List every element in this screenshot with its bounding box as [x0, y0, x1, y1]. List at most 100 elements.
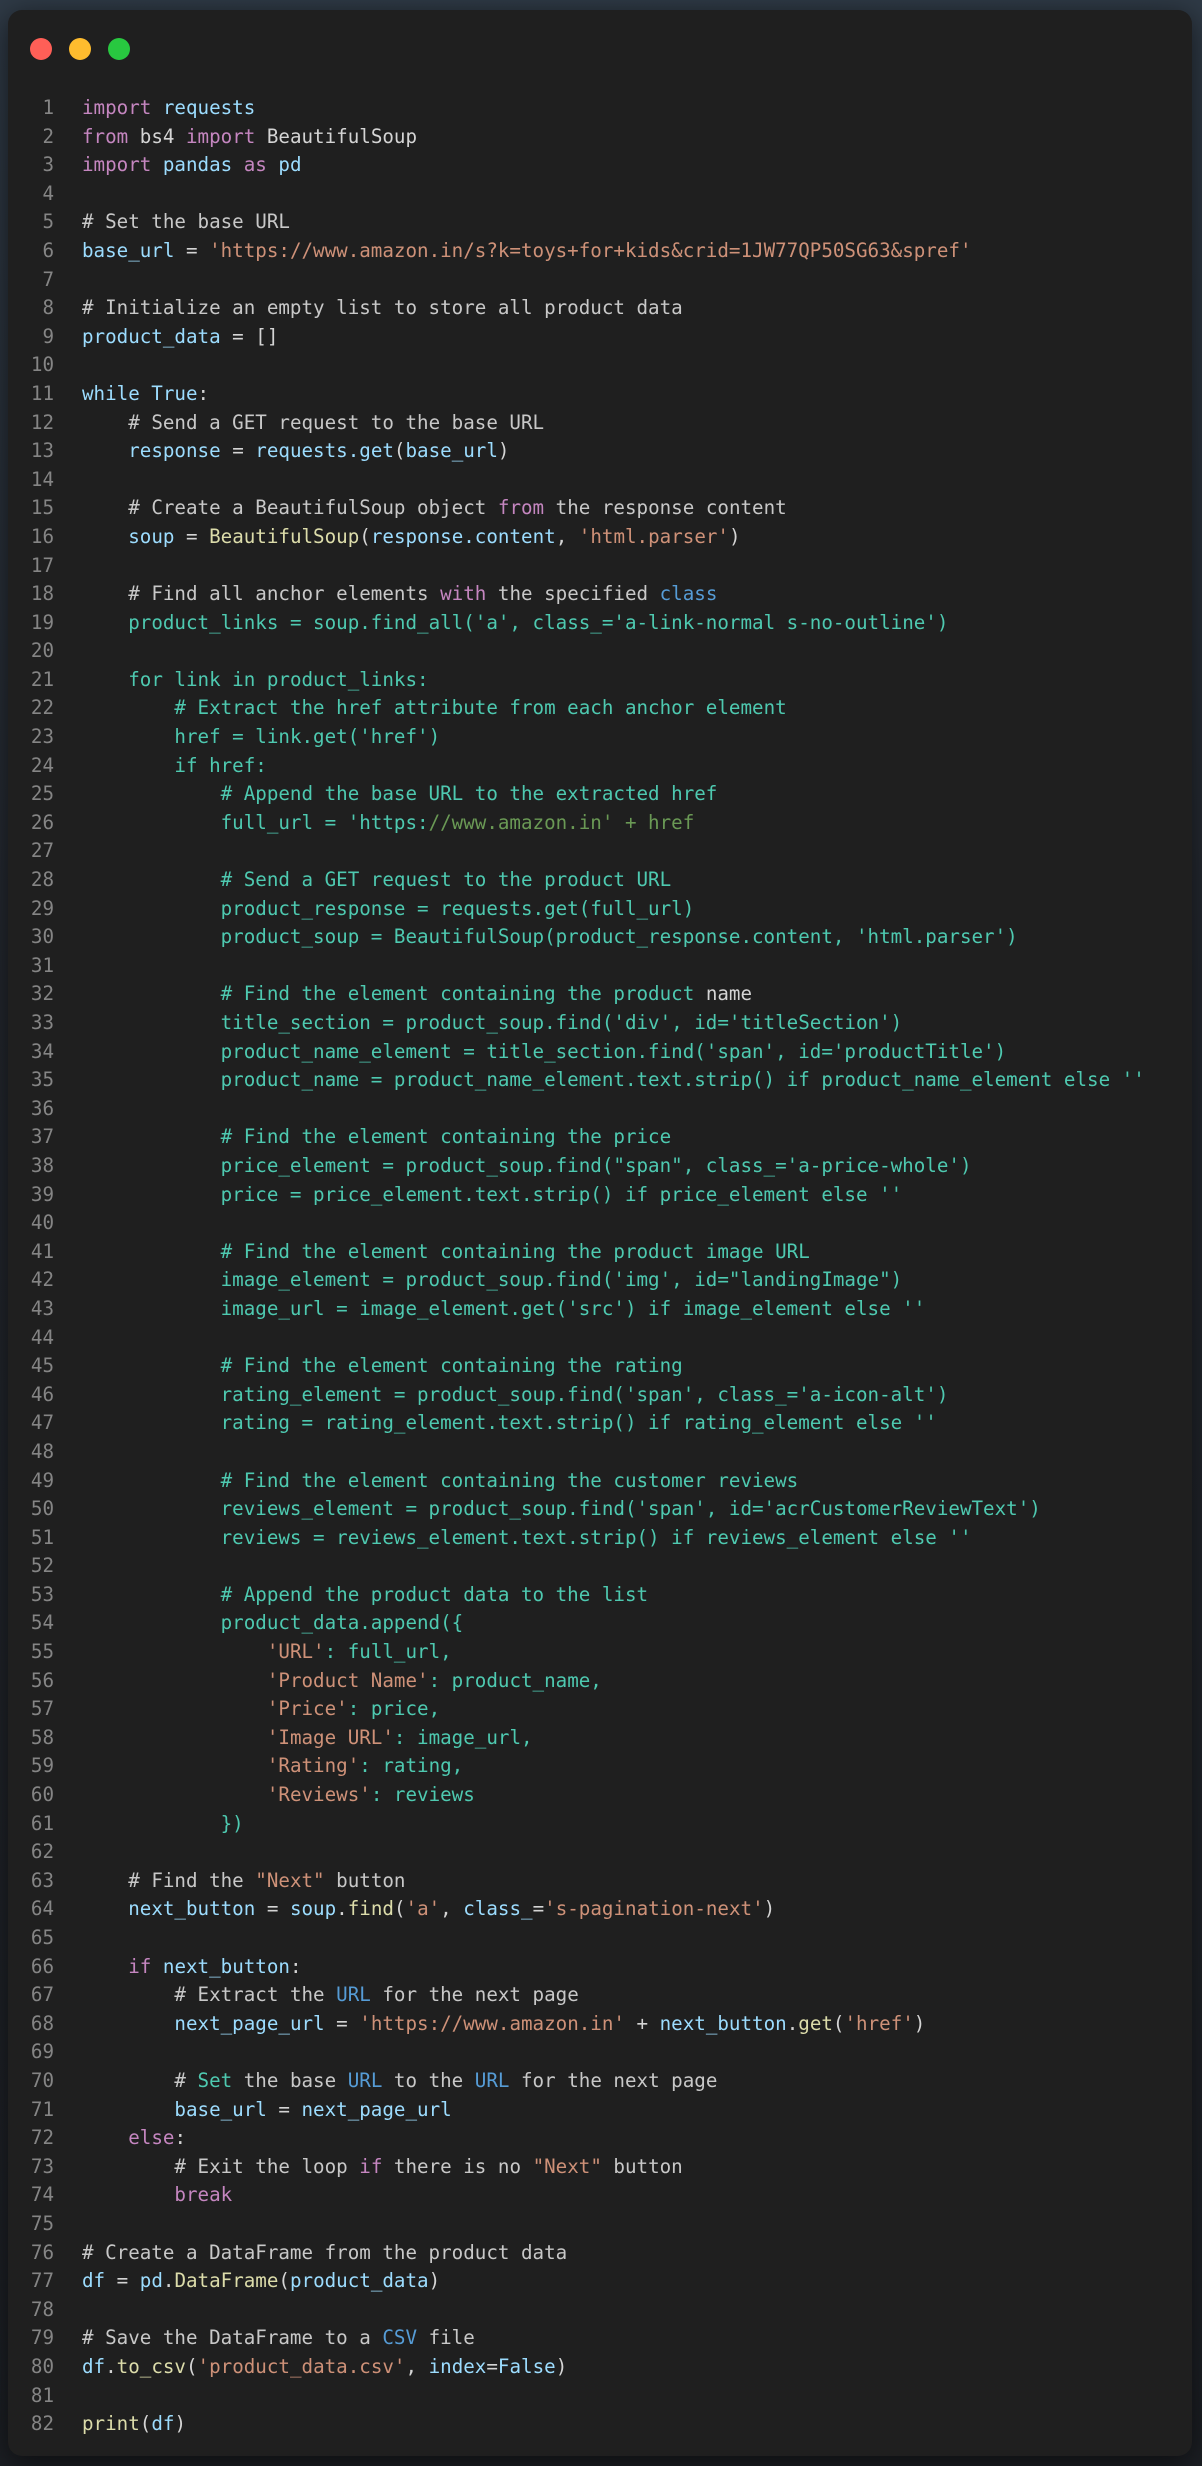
code-token: product_name_element = title_section.fin… [220, 1039, 1007, 1063]
line-number: 39 [30, 1182, 54, 1206]
code-token: : [289, 1954, 302, 1978]
line-number: 82 [30, 2412, 54, 2436]
code-token: , [440, 1897, 464, 1921]
code-text: # Send a GET request to the product URL [82, 866, 672, 895]
close-window-dot-icon[interactable] [30, 38, 52, 60]
line-number: 80 [30, 2354, 54, 2378]
code-line: 42 image_element = product_soup.find('im… [8, 1266, 1192, 1295]
code-line: 55 'URL': full_url, [8, 1638, 1192, 1667]
code-token: . [336, 1897, 348, 1921]
code-editor[interactable]: 1 import requests 2 from bs4 import Beautif… [8, 94, 1192, 2439]
code-line: 77 df = pd.DataFrame(product_data) [8, 2267, 1192, 2296]
code-token: Set [197, 2068, 233, 2092]
code-line: 65 [8, 1924, 1192, 1953]
code-token: class [659, 582, 718, 606]
code-token: for the next page [509, 2068, 718, 2092]
code-token: 'Image URL' [266, 1725, 394, 1749]
code-text: # Find the element containing the produc… [82, 1238, 810, 1267]
line-number: 60 [30, 1783, 54, 1807]
code-token: pd [139, 2269, 163, 2293]
line-number: 43 [30, 1296, 54, 1320]
code-text: href = link.get('href') [82, 723, 440, 752]
code-token: find [347, 1897, 394, 1921]
code-line: 37 # Find the element containing the pri… [8, 1123, 1192, 1152]
line-number: 78 [30, 2297, 54, 2321]
line-number: 38 [30, 1153, 54, 1177]
line-number: 2 [42, 124, 54, 148]
code-token: URL [336, 1983, 371, 2007]
code-token: # Initialize an empty list to store all … [82, 296, 683, 320]
code-line: 73 # Exit the loop if there is no "Next"… [8, 2153, 1192, 2182]
code-line: 1 import requests [8, 94, 1192, 123]
code-token: # Find the element containing the produc… [220, 982, 706, 1006]
code-text: product_data.append({ [82, 1609, 464, 1638]
line-number: 66 [30, 1954, 54, 1978]
code-token: : price, [347, 1697, 441, 1721]
line-number: 51 [30, 1525, 54, 1549]
code-token: there is no [382, 2154, 533, 2178]
code-line: 61 }) [8, 1810, 1192, 1839]
line-number: 50 [30, 1497, 54, 1521]
code-token: price_element = product_soup.find("span"… [220, 1153, 972, 1177]
code-line: 74 break [8, 2181, 1192, 2210]
code-line: 53 # Append the product data to the list [8, 1581, 1192, 1610]
code-token: base_url [405, 439, 498, 463]
line-number: 79 [30, 2326, 54, 2350]
code-text: # Set the base URL [82, 208, 290, 237]
code-line: 13 response = requests.get(base_url) [8, 437, 1192, 466]
code-token: ( [359, 524, 371, 548]
line-number: 19 [30, 610, 54, 634]
line-number: 44 [30, 1325, 54, 1349]
line-number: 31 [30, 953, 54, 977]
code-line: 29 product_response = requests.get(full_… [8, 895, 1192, 924]
line-number: 22 [30, 696, 54, 720]
code-token: response [128, 439, 221, 463]
code-token: break [174, 2183, 233, 2207]
code-token: the specified [486, 582, 660, 606]
code-text: image_url = image_element.get('src') if … [82, 1295, 926, 1324]
code-line: 51 reviews = reviews_element.text.strip(… [8, 1524, 1192, 1553]
code-token: next_button [659, 2011, 787, 2035]
code-token: ( [393, 439, 406, 463]
code-text: price_element = product_soup.find("span"… [82, 1152, 972, 1181]
code-token: ) [763, 1897, 776, 1921]
code-token: name [705, 982, 753, 1006]
code-line: 46 rating_element = product_soup.find('s… [8, 1381, 1192, 1410]
code-token: DataFrame [174, 2269, 279, 2293]
line-number: 67 [30, 1983, 54, 2007]
code-line: 47 rating = rating_element.text.strip() … [8, 1409, 1192, 1438]
code-text: 'Price': price, [82, 1695, 440, 1724]
minimize-window-dot-icon[interactable] [69, 38, 91, 60]
code-token: = [] [220, 324, 279, 348]
code-line: 66 if next_button: [8, 1953, 1192, 1982]
code-line: 19 product_links = soup.find_all('a', cl… [8, 609, 1192, 638]
code-line: 68 next_page_url = 'https://www.amazon.i… [8, 2010, 1192, 2039]
code-text: base_url = next_page_url [82, 2096, 451, 2125]
code-text: # Create a DataFrame from the product da… [82, 2239, 567, 2268]
code-token: 'Rating' [266, 1754, 360, 1778]
code-token: 'https://www.amazon.in/s?k=toys+for+kids… [209, 238, 972, 262]
code-text: image_element = product_soup.find('img',… [82, 1266, 903, 1295]
code-token: . [105, 2354, 117, 2378]
line-number: 11 [30, 381, 54, 405]
code-line: 20 [8, 637, 1192, 666]
maximize-window-dot-icon[interactable] [108, 38, 130, 60]
line-number: 56 [30, 1668, 54, 1692]
code-text: product_data = [] [82, 323, 278, 352]
code-line: 59 'Rating': rating, [8, 1752, 1192, 1781]
